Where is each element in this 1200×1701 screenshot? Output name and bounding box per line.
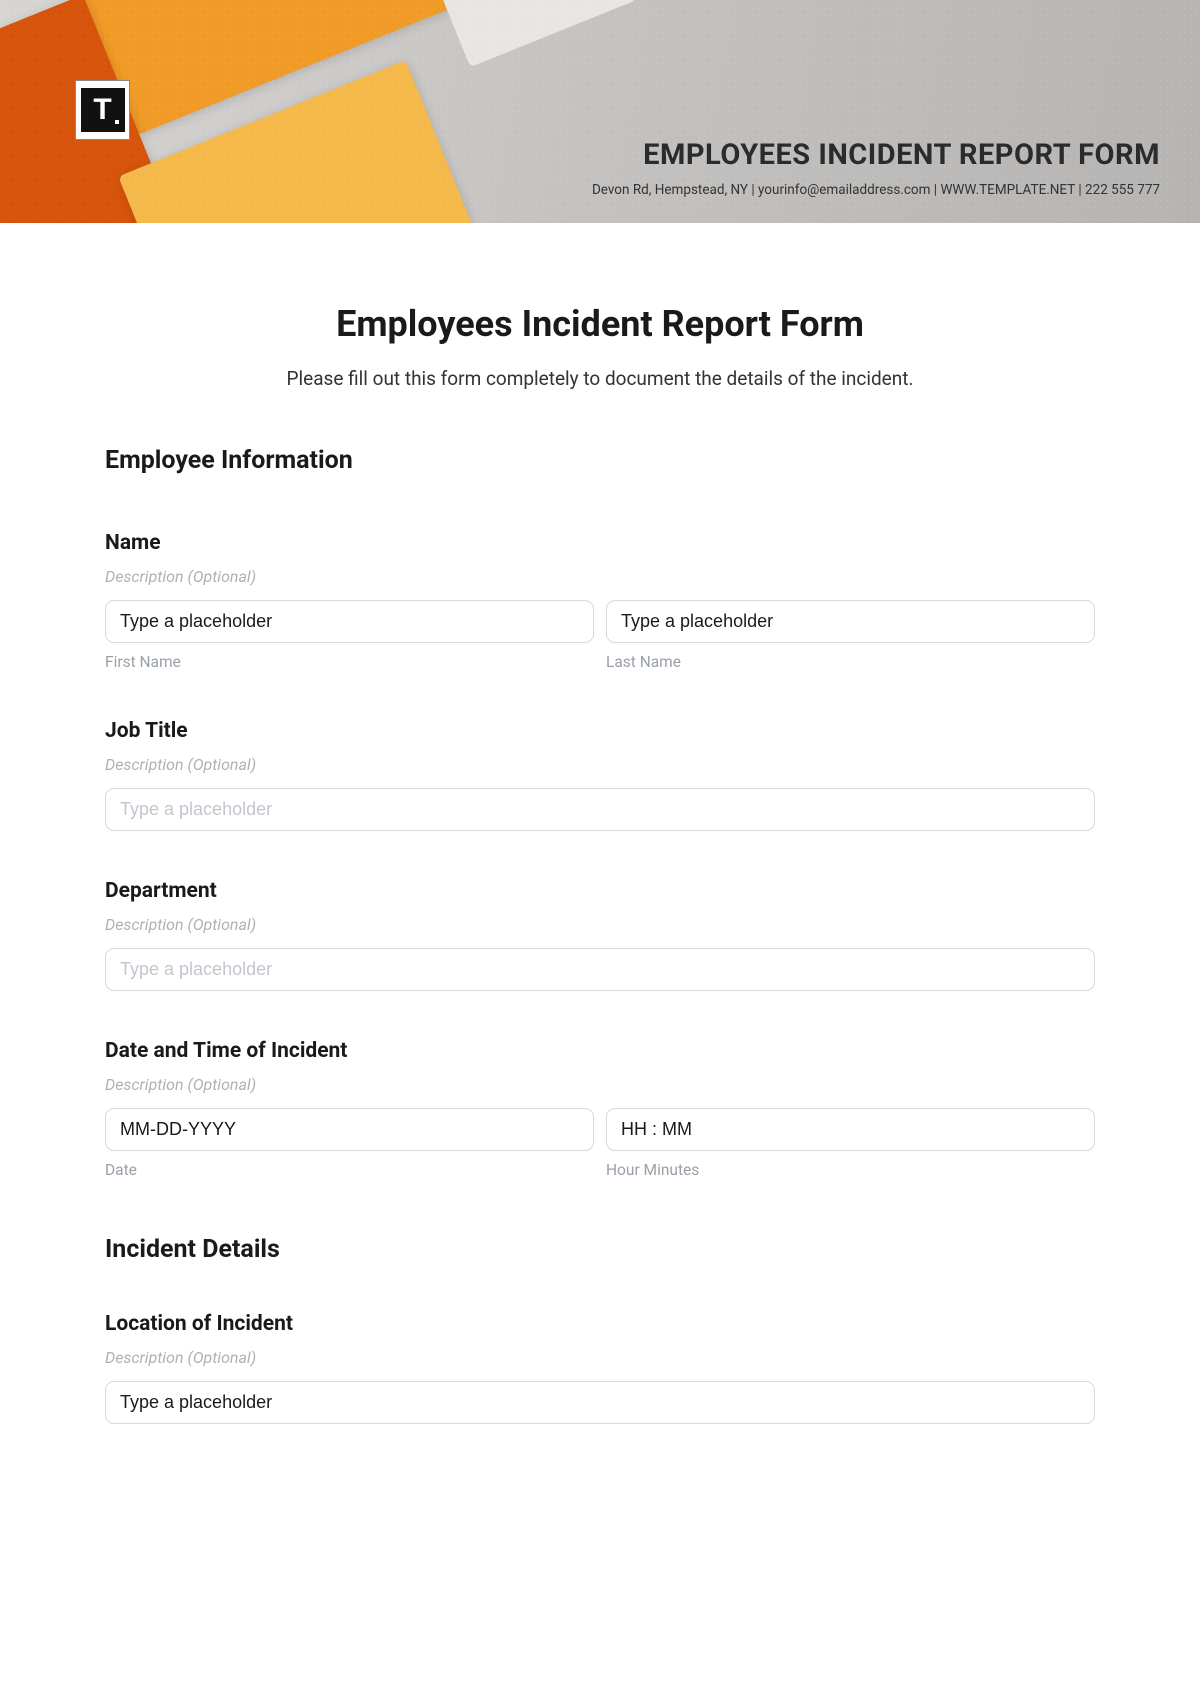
department-input[interactable] [105,948,1095,991]
section-incident-details: Incident Details [105,1235,1095,1264]
first-name-input[interactable] [105,600,594,643]
name-label: Name [105,531,1095,555]
department-label: Department [105,879,1095,903]
page-title: Employees Incident Report Form [105,303,1095,345]
location-description: Description (Optional) [105,1348,1095,1367]
form-content: Employees Incident Report Form Please fi… [0,223,1200,1464]
header-title: EMPLOYEES INCIDENT REPORT FORM [592,138,1160,172]
location-label: Location of Incident [105,1312,1095,1336]
logo-box: T [81,88,125,132]
field-department: Department Description (Optional) [105,879,1095,991]
date-input[interactable] [105,1108,594,1151]
page-subtitle: Please fill out this form completely to … [105,367,1095,390]
time-input[interactable] [606,1108,1095,1151]
last-name-input[interactable] [606,600,1095,643]
last-name-sublabel: Last Name [606,653,1095,671]
datetime-label: Date and Time of Incident [105,1039,1095,1063]
section-employee-info: Employee Information [105,446,1095,475]
job-title-description: Description (Optional) [105,755,1095,774]
first-name-sublabel: First Name [105,653,594,671]
datetime-description: Description (Optional) [105,1075,1095,1094]
field-name: Name Description (Optional) First Name L… [105,531,1095,671]
logo: T [75,80,130,140]
header-text-block: EMPLOYEES INCIDENT REPORT FORM Devon Rd,… [592,138,1160,198]
header-subline: Devon Rd, Hempstead, NY | yourinfo@email… [592,182,1160,198]
department-description: Description (Optional) [105,915,1095,934]
field-location: Location of Incident Description (Option… [105,1312,1095,1424]
field-job-title: Job Title Description (Optional) [105,719,1095,831]
page-header: T EMPLOYEES INCIDENT REPORT FORM Devon R… [0,0,1200,223]
location-input[interactable] [105,1381,1095,1424]
job-title-label: Job Title [105,719,1095,743]
field-datetime: Date and Time of Incident Description (O… [105,1039,1095,1179]
job-title-input[interactable] [105,788,1095,831]
logo-letter: T [93,95,111,125]
time-sublabel: Hour Minutes [606,1161,1095,1179]
name-description: Description (Optional) [105,567,1095,586]
date-sublabel: Date [105,1161,594,1179]
logo-dot-icon [115,120,119,124]
